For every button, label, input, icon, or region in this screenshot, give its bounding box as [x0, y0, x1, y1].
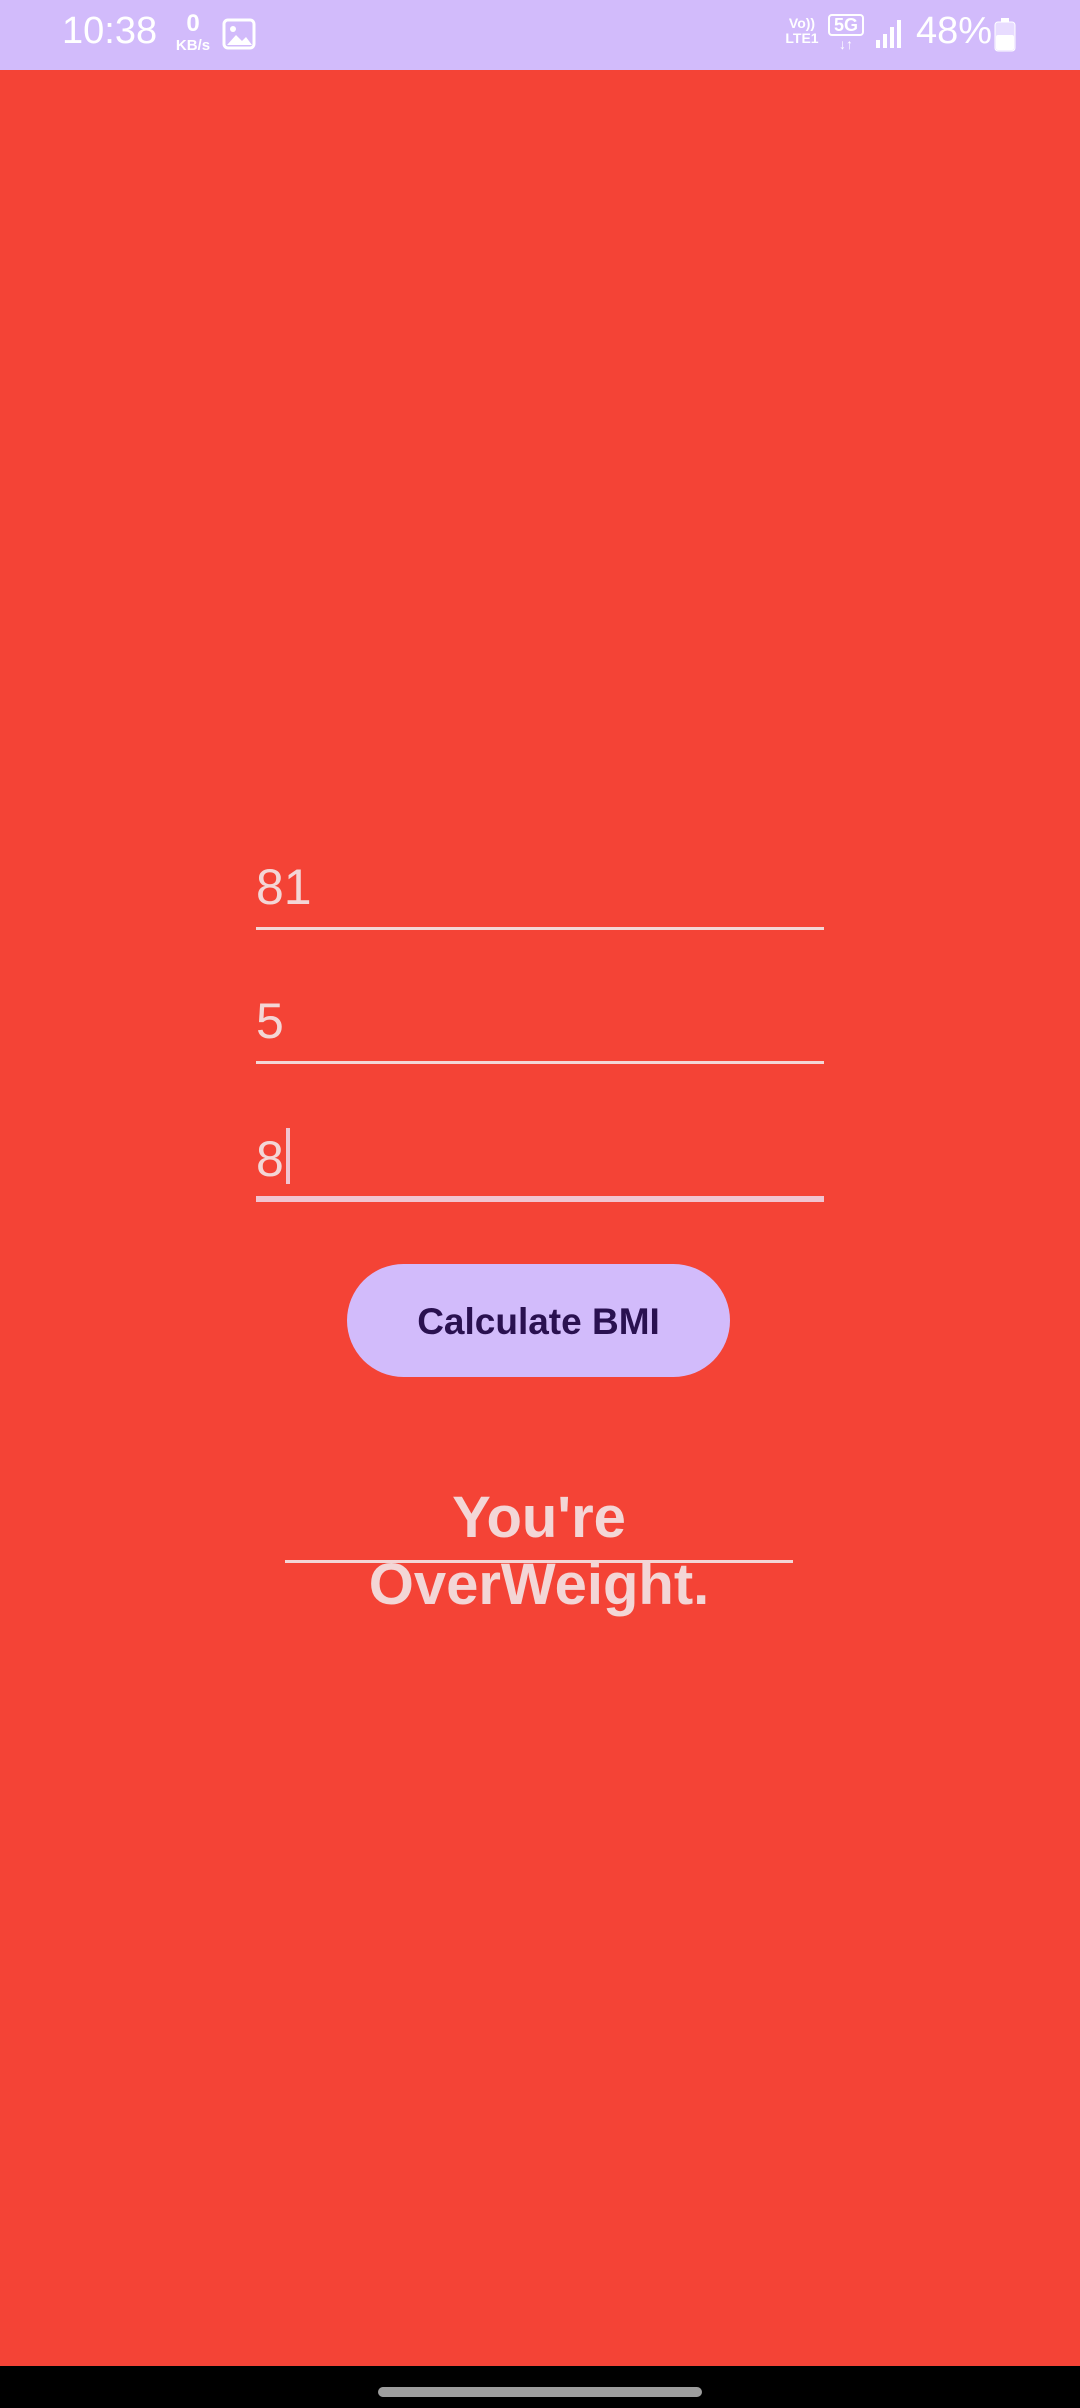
bmi-result-underline [285, 1560, 793, 1563]
weight-input[interactable]: 81 [256, 850, 824, 930]
network-speed: 0 KB/s [172, 10, 214, 54]
height-inches-input-value: 8 [256, 1131, 284, 1187]
network-speed-unit: KB/s [175, 37, 211, 54]
lte-label: LTE1 [785, 29, 819, 46]
status-bar: 10:38 0 KB/s Vo)) LTE1 5G ↓↑ 48% [0, 0, 1080, 70]
gallery-icon [222, 18, 256, 50]
text-cursor [285, 1128, 290, 1184]
height-inches-input[interactable]: 8 [256, 1122, 824, 1202]
data-activity-icon: ↓↑ [839, 36, 853, 52]
network-type-label: 5G [828, 14, 864, 36]
height-feet-input-underline [256, 1061, 824, 1064]
volte-indicator: Vo)) LTE1 [780, 16, 824, 45]
weight-input-underline [256, 927, 824, 930]
navigation-bar [0, 2366, 1080, 2408]
bmi-result-text: You're OverWeight. [368, 1485, 710, 1617]
clock: 10:38 [62, 10, 158, 52]
height-feet-input[interactable]: 5 [256, 984, 824, 1064]
battery-icon [994, 18, 1016, 52]
home-gesture-handle[interactable] [378, 2387, 702, 2397]
signal-icon [876, 20, 901, 48]
calculate-bmi-button[interactable]: Calculate BMI [347, 1264, 730, 1377]
volte-label: Vo)) [788, 15, 816, 31]
height-inches-input-content: 8 [256, 1128, 290, 1188]
network-type-indicator: 5G ↓↑ [828, 14, 864, 54]
height-inches-input-underline [256, 1196, 824, 1202]
battery-percent: 48% [916, 10, 993, 52]
height-feet-input-value: 5 [256, 993, 284, 1049]
network-speed-value: 0 [186, 10, 200, 37]
weight-input-value: 81 [256, 859, 312, 915]
